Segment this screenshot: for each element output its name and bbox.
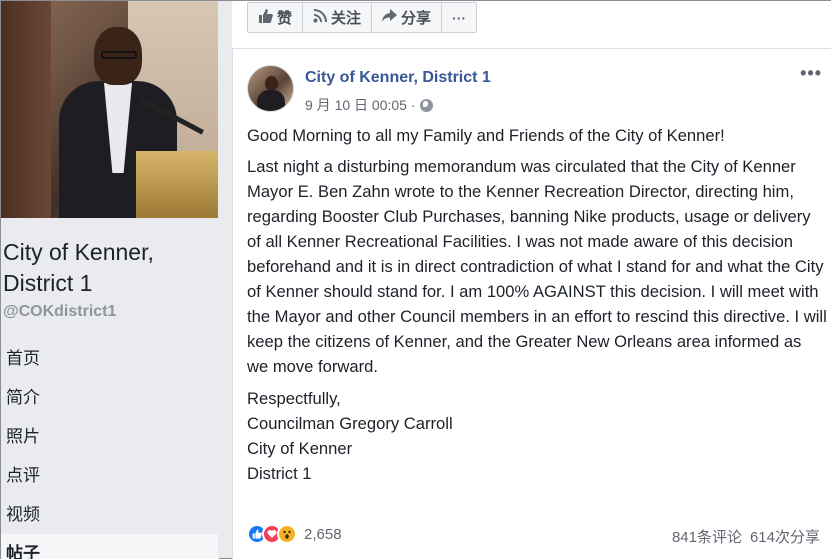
rss-icon xyxy=(313,9,328,26)
follow-button[interactable]: 关注 xyxy=(303,3,373,32)
reactions-summary[interactable]: 2,658 xyxy=(247,524,342,544)
more-options-button[interactable]: ··· xyxy=(442,3,476,32)
share-arrow-icon xyxy=(382,9,398,26)
wow-reaction-icon xyxy=(277,524,297,544)
action-button-group: 赞 关注 分享 ··· xyxy=(247,2,478,33)
comment-count-link[interactable]: 841条评论 xyxy=(672,526,742,547)
author-avatar[interactable] xyxy=(247,65,294,112)
post-body-paragraph: Last night a disturbing memorandum was c… xyxy=(247,157,827,376)
post-signoff: Respectfully, Councilman Gregory Carroll… xyxy=(247,386,827,486)
post-options-icon[interactable]: ••• xyxy=(800,63,822,84)
share-count-link[interactable]: 614次分享 xyxy=(750,526,820,547)
post-meta: 9 月 10 日 00:05 · xyxy=(305,95,433,115)
nav-item-about[interactable]: 简介 xyxy=(1,378,218,417)
profile-photo[interactable] xyxy=(1,1,218,218)
nav-item-photos[interactable]: 照片 xyxy=(1,417,218,456)
nav-item-videos[interactable]: 视频 xyxy=(1,495,218,534)
more-icon: ··· xyxy=(452,9,467,26)
photo-podium xyxy=(136,151,218,218)
signoff-line: District 1 xyxy=(247,464,312,483)
avatar-body xyxy=(257,90,285,111)
share-page-button[interactable]: 分享 xyxy=(372,3,443,32)
post-text: Good Morning to all my Family and Friend… xyxy=(247,123,827,486)
thumbs-up-icon xyxy=(258,9,273,26)
globe-icon xyxy=(419,98,433,112)
page-action-bar: 赞 关注 分享 ··· xyxy=(232,1,831,49)
signoff-line: Respectfully, xyxy=(247,389,341,408)
post-author-link[interactable]: City of Kenner, District 1 xyxy=(305,69,491,87)
post-card: City of Kenner, District 1 9 月 10 日 00:0… xyxy=(232,49,831,559)
signoff-line: City of Kenner xyxy=(247,439,353,458)
signoff-line: Councilman Gregory Carroll xyxy=(247,414,453,433)
reaction-icons xyxy=(247,524,297,544)
reaction-count: 2,658 xyxy=(304,525,342,543)
share-label: 分享 xyxy=(401,10,432,27)
page-title[interactable]: City of Kenner, District 1 xyxy=(3,237,217,299)
page-handle[interactable]: @COKdistrict1 xyxy=(3,303,116,321)
photo-person-glasses xyxy=(101,51,137,59)
avatar-head xyxy=(265,76,278,91)
page-nav: 首页 简介 照片 点评 视频 帖子 xyxy=(1,339,218,559)
like-label: 赞 xyxy=(277,10,293,27)
post-stats: 841条评论 614次分享 xyxy=(672,526,820,547)
photo-curtain xyxy=(1,1,51,218)
nav-item-home[interactable]: 首页 xyxy=(1,339,218,378)
left-column: City of Kenner, District 1 @COKdistrict1… xyxy=(1,1,219,559)
post-greeting: Good Morning to all my Family and Friend… xyxy=(247,126,725,145)
post-timestamp[interactable]: 9 月 10 日 00:05 · xyxy=(305,95,416,115)
follow-label: 关注 xyxy=(331,10,362,27)
like-page-button[interactable]: 赞 xyxy=(248,3,304,32)
nav-item-posts[interactable]: 帖子 xyxy=(1,534,218,559)
nav-item-reviews[interactable]: 点评 xyxy=(1,456,218,495)
